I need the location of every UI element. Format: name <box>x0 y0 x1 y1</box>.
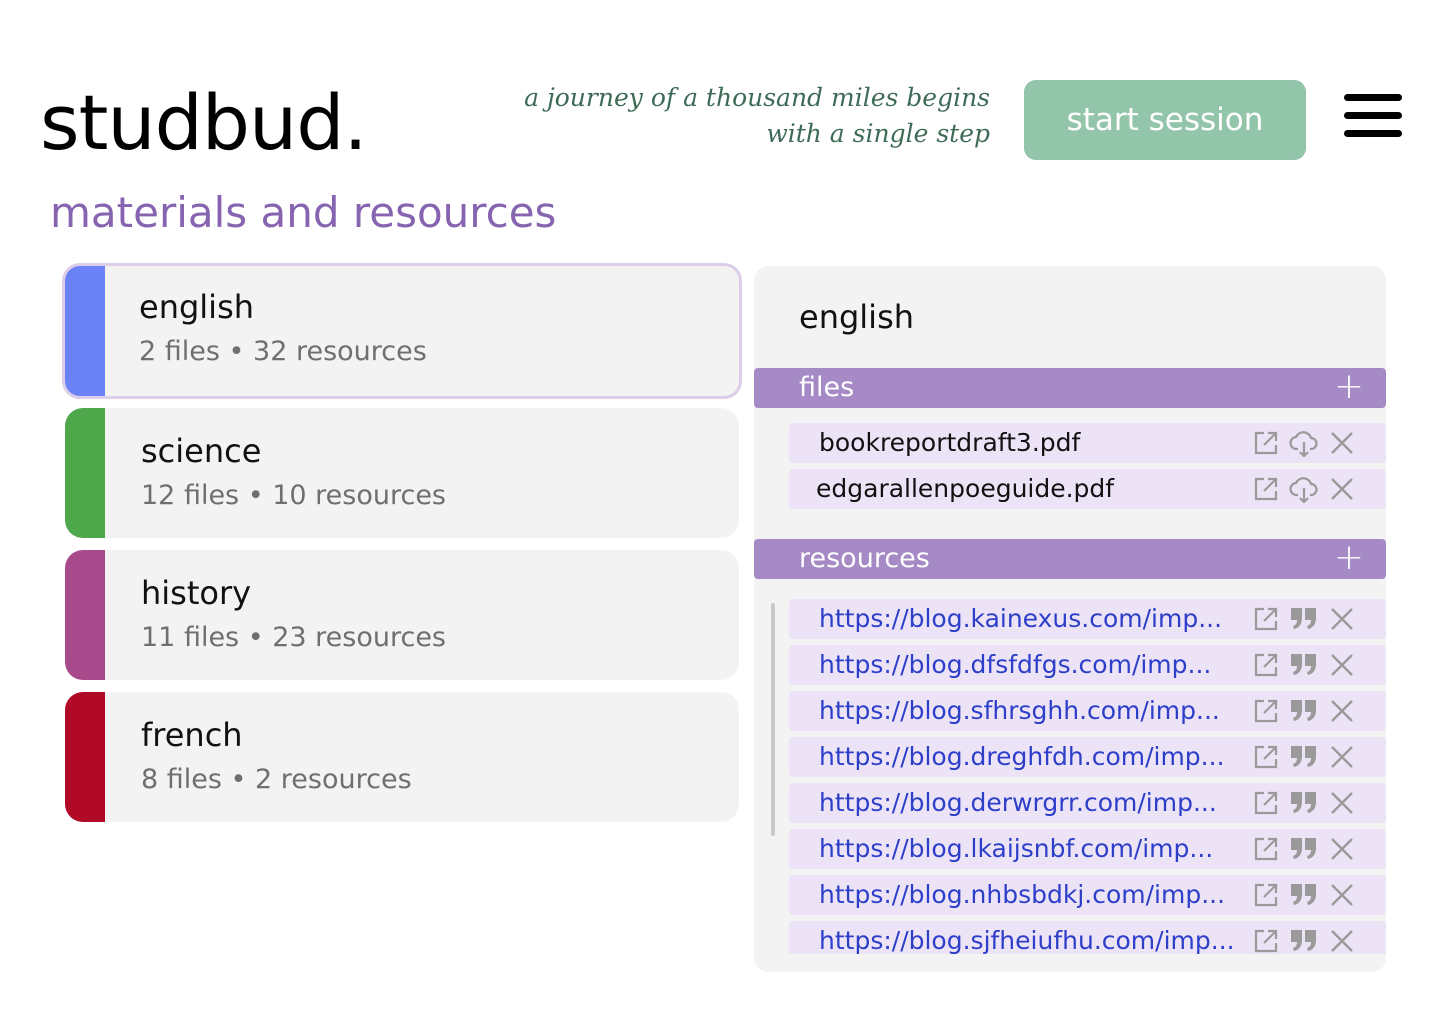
resource-link[interactable]: https://blog.sjfheiufhu.com/imp... <box>819 926 1235 954</box>
add-file-button[interactable]: + <box>1334 368 1364 406</box>
file-name: bookreportdraft3.pdf <box>819 428 1081 457</box>
app-logo: studbud. <box>40 78 368 167</box>
start-session-button[interactable]: start session <box>1024 80 1306 160</box>
files-label: files <box>799 372 855 403</box>
subject-card-french[interactable]: french 8 files • 2 resources <box>65 692 739 822</box>
subject-name: english <box>139 288 255 326</box>
page-title: materials and resources <box>50 188 557 237</box>
quote-icon[interactable] <box>1289 696 1319 726</box>
subject-meta: 2 files • 32 resources <box>139 336 427 367</box>
resource-row: https://blog.lkaijsnbf.com/imp... <box>789 829 1386 869</box>
resource-row: https://blog.nhbsbdkj.com/imp... <box>789 875 1386 915</box>
subject-card-english[interactable]: english 2 files • 32 resources <box>62 263 742 399</box>
resource-link[interactable]: https://blog.nhbsbdkj.com/imp... <box>819 880 1225 909</box>
subject-name: french <box>141 716 243 754</box>
resource-link[interactable]: https://blog.kainexus.com/imp... <box>819 604 1222 633</box>
subject-color-stripe <box>65 550 105 680</box>
files-header: files + <box>754 368 1386 408</box>
open-external-icon[interactable] <box>1251 650 1281 680</box>
quote-icon[interactable] <box>1289 880 1319 910</box>
close-icon[interactable] <box>1327 742 1357 772</box>
resource-row: https://blog.dreghfdh.com/imp... <box>789 737 1386 777</box>
close-icon[interactable] <box>1327 650 1357 680</box>
open-external-icon[interactable] <box>1251 696 1281 726</box>
close-icon[interactable] <box>1327 880 1357 910</box>
resource-row: https://blog.kainexus.com/imp... <box>789 599 1386 639</box>
subject-card-science[interactable]: science 12 files • 10 resources <box>65 408 739 538</box>
resource-link[interactable]: https://blog.dfsfdfgs.com/imp... <box>819 650 1211 679</box>
open-external-icon[interactable] <box>1251 474 1281 504</box>
file-row: edgarallenpoeguide.pdf <box>789 469 1386 509</box>
resources-label: resources <box>799 543 930 574</box>
subject-meta: 12 files • 10 resources <box>141 480 447 511</box>
open-external-icon[interactable] <box>1251 742 1281 772</box>
resource-link[interactable]: https://blog.dreghfdh.com/imp... <box>819 742 1225 771</box>
file-row: bookreportdraft3.pdf <box>789 423 1386 463</box>
resource-row: https://blog.sjfheiufhu.com/imp... <box>789 921 1386 954</box>
resource-row: https://blog.sfhrsghh.com/imp... <box>789 691 1386 731</box>
quote-line-2: with a single step <box>766 119 990 148</box>
quote-icon[interactable] <box>1289 742 1319 772</box>
motivational-quote: a journey of a thousand miles begins wit… <box>524 80 990 152</box>
close-icon[interactable] <box>1327 788 1357 818</box>
resource-link[interactable]: https://blog.sfhrsghh.com/imp... <box>819 696 1220 725</box>
resources-header: resources + <box>754 539 1386 579</box>
add-resource-button[interactable]: + <box>1334 539 1364 577</box>
subject-name: history <box>141 574 252 612</box>
open-external-icon[interactable] <box>1251 428 1281 458</box>
subject-meta: 8 files • 2 resources <box>141 764 412 795</box>
subject-color-stripe <box>65 266 105 396</box>
menu-icon[interactable] <box>1344 94 1402 138</box>
subject-color-stripe <box>65 408 105 538</box>
cloud-download-icon[interactable] <box>1289 428 1319 458</box>
resource-row: https://blog.derwrgrr.com/imp... <box>789 783 1386 823</box>
open-external-icon[interactable] <box>1251 834 1281 864</box>
subject-detail-panel: english files + bookreportdraft3.pdf edg… <box>754 266 1386 972</box>
quote-icon[interactable] <box>1289 926 1319 954</box>
detail-title: english <box>799 298 915 336</box>
close-icon[interactable] <box>1327 604 1357 634</box>
close-icon[interactable] <box>1327 834 1357 864</box>
open-external-icon[interactable] <box>1251 880 1281 910</box>
subject-card-history[interactable]: history 11 files • 23 resources <box>65 550 739 680</box>
resource-row: https://blog.dfsfdfgs.com/imp... <box>789 645 1386 685</box>
file-name: edgarallenpoeguide.pdf <box>816 474 1115 503</box>
close-icon[interactable] <box>1327 696 1357 726</box>
quote-icon[interactable] <box>1289 834 1319 864</box>
subject-color-stripe <box>65 692 105 822</box>
quote-icon[interactable] <box>1289 604 1319 634</box>
quote-icon[interactable] <box>1289 650 1319 680</box>
quote-icon[interactable] <box>1289 788 1319 818</box>
resource-link[interactable]: https://blog.derwrgrr.com/imp... <box>819 788 1217 817</box>
open-external-icon[interactable] <box>1251 604 1281 634</box>
close-icon[interactable] <box>1327 474 1357 504</box>
resource-link[interactable]: https://blog.lkaijsnbf.com/imp... <box>819 834 1213 863</box>
subject-name: science <box>141 432 262 470</box>
resources-list: https://blog.kainexus.com/imp... https://… <box>754 596 1386 954</box>
close-icon[interactable] <box>1327 926 1357 954</box>
open-external-icon[interactable] <box>1251 926 1281 954</box>
quote-line-1: a journey of a thousand miles begins <box>524 83 990 112</box>
subject-meta: 11 files • 23 resources <box>141 622 447 653</box>
close-icon[interactable] <box>1327 428 1357 458</box>
open-external-icon[interactable] <box>1251 788 1281 818</box>
cloud-download-icon[interactable] <box>1289 474 1319 504</box>
